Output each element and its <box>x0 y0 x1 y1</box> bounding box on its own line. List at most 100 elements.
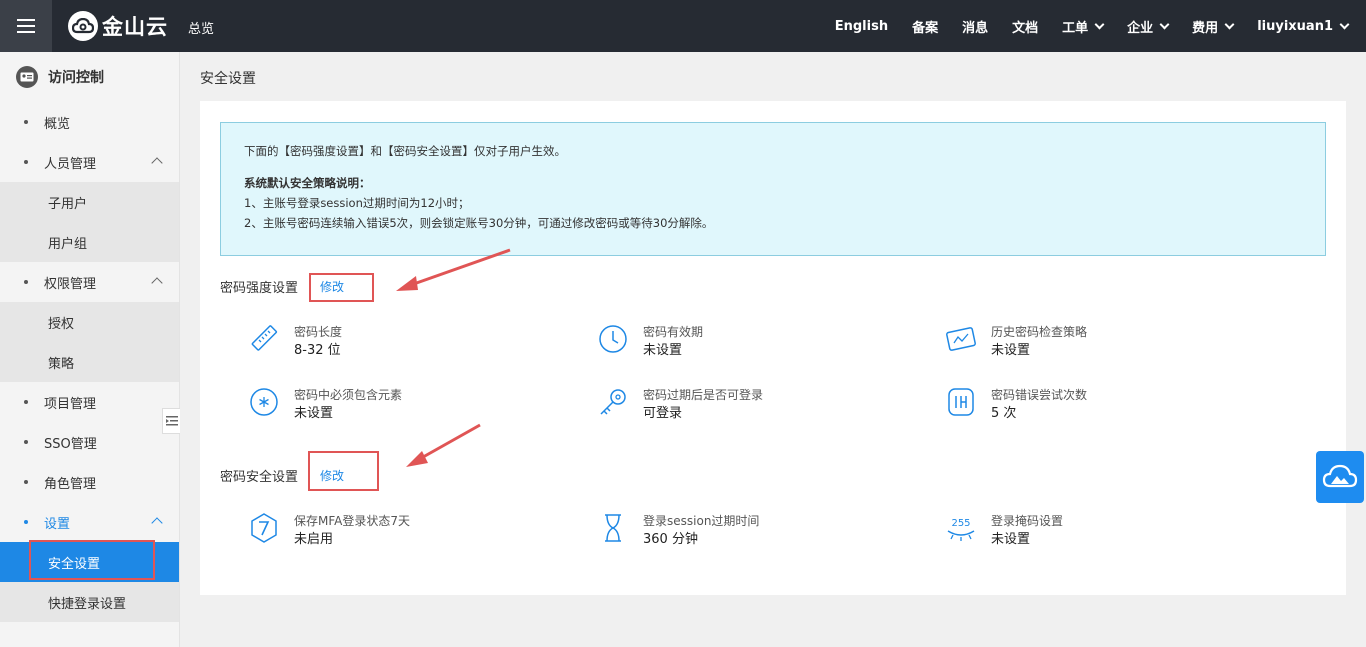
setting-required-elements: 密码中必须包含元素 未设置 <box>248 386 402 424</box>
username: liuyixuan1 <box>1257 18 1333 34</box>
top-nav: English 备案 消息 文档 工单 企业 费用 liuyixuan1 <box>811 0 1350 52</box>
security-section-title: 密码安全设置 <box>220 470 299 485</box>
sidebar-item-policy[interactable]: 策略 <box>0 342 179 382</box>
sidebar-title: 访问控制 <box>48 70 104 86</box>
setting-retry-count: 密码错误尝试次数 5 次 <box>945 386 1087 424</box>
asterisk-icon <box>250 388 278 416</box>
nav-english[interactable]: English <box>835 19 888 34</box>
retry-count-icon <box>948 388 974 416</box>
annotation-arrow-icon <box>396 248 511 291</box>
id-card-icon <box>16 66 38 88</box>
bullet <box>24 440 28 444</box>
nav-messages[interactable]: 消息 <box>962 17 988 36</box>
setting-label: 密码长度 <box>294 325 343 339</box>
setting-session-expiry: 登录session过期时间 360 分钟 <box>597 512 759 550</box>
sidebar: 访问控制 概览 人员管理 子用户 用户组 权限管理 授权 策略 项目管理 SSO… <box>0 52 180 647</box>
sidebar-item-overview[interactable]: 概览 <box>0 102 179 142</box>
sidebar-item-label: 设置 <box>44 516 71 532</box>
edit-security-link[interactable]: 修改 <box>320 467 344 484</box>
setting-value: 8-32 位 <box>294 343 341 358</box>
setting-mfa-remember: 保存MFA登录状态7天 未启用 <box>248 512 410 550</box>
bullet <box>24 160 28 164</box>
highlight-box <box>29 540 155 580</box>
sidebar-item-settings[interactable]: 设置 <box>0 502 179 542</box>
setting-label: 密码中必须包含元素 <box>294 388 403 402</box>
setting-value: 未设置 <box>991 343 1031 358</box>
nav-user-menu[interactable]: liuyixuan1 <box>1257 18 1350 34</box>
strength-section-title: 密码强度设置 <box>220 281 299 296</box>
chevron-down-icon <box>1224 19 1235 29</box>
cloud-mountain-icon <box>1322 464 1358 488</box>
setting-value: 未启用 <box>294 532 334 547</box>
chevron-up-icon <box>151 517 163 529</box>
key-icon <box>600 389 626 415</box>
setting-value: 360 分钟 <box>643 532 698 547</box>
nav-enterprise[interactable]: 企业 <box>1127 17 1170 36</box>
sidebar-item-sso[interactable]: SSO管理 <box>0 422 179 462</box>
floating-help-button[interactable] <box>1316 451 1364 503</box>
sidebar-item-permissions[interactable]: 权限管理 <box>0 262 179 302</box>
sidebar-item-label: 角色管理 <box>44 476 97 492</box>
setting-value: 未设置 <box>991 532 1031 547</box>
setting-password-validity: 密码有效期 未设置 <box>597 323 703 361</box>
edit-strength-link[interactable]: 修改 <box>320 278 344 295</box>
logo[interactable]: 金山云 <box>68 10 168 42</box>
setting-label: 密码过期后是否可登录 <box>643 388 764 402</box>
sidebar-item-quick-login[interactable]: 快捷登录设置 <box>0 582 179 622</box>
collapse-icon <box>165 416 178 426</box>
nav-tickets[interactable]: 工单 <box>1062 17 1105 36</box>
setting-label: 登录session过期时间 <box>643 514 760 528</box>
sidebar-item-label: 项目管理 <box>44 396 97 412</box>
ruler-icon <box>251 325 278 351</box>
sidebar-item-security-settings[interactable]: 安全设置 <box>0 540 179 582</box>
hourglass-icon <box>605 514 621 542</box>
sidebar-item-label: SSO管理 <box>44 436 97 452</box>
overview-link[interactable]: 总览 <box>188 18 214 37</box>
notice-item: 1、主账号登录session过期时间为12小时； <box>244 196 470 210</box>
chevron-down-icon <box>1339 19 1350 29</box>
sidebar-item-projects[interactable]: 项目管理 <box>0 382 179 422</box>
setting-value: 未设置 <box>643 343 683 358</box>
nav-billing[interactable]: 费用 <box>1192 17 1235 36</box>
setting-value: 可登录 <box>643 406 683 421</box>
sidebar-item-label: 人员管理 <box>44 156 97 172</box>
info-notice: 下面的【密码强度设置】和【密码安全设置】仅对子用户生效。 系统默认安全策略说明：… <box>220 122 1326 256</box>
setting-history-check: 历史密码检查策略 未设置 <box>945 323 1087 361</box>
setting-label: 保存MFA登录状态7天 <box>294 514 410 528</box>
sidebar-item-label: 权限管理 <box>44 276 97 292</box>
notice-title: 系统默认安全策略说明： <box>244 176 371 190</box>
history-card-icon <box>946 327 976 351</box>
menu-icon <box>17 19 35 33</box>
sidebar-collapse-toggle[interactable] <box>162 408 180 434</box>
hamburger-menu-button[interactable] <box>0 0 52 52</box>
sidebar-item-usergroups[interactable]: 用户组 <box>0 222 179 262</box>
clock-icon <box>599 325 627 353</box>
bullet <box>24 480 28 484</box>
nav-enterprise-label: 企业 <box>1127 20 1154 36</box>
seven-days-icon <box>251 513 277 543</box>
sidebar-item-people[interactable]: 人员管理 <box>0 142 179 182</box>
chevron-up-icon <box>151 277 163 289</box>
nav-billing-label: 费用 <box>1192 20 1219 36</box>
bullet <box>24 520 28 524</box>
setting-login-mask: 255 登录掩码设置 未设置 <box>945 512 1063 550</box>
logo-text: 金山云 <box>102 15 168 39</box>
svg-text:255: 255 <box>951 518 970 529</box>
nav-tickets-label: 工单 <box>1062 20 1089 36</box>
nav-beian[interactable]: 备案 <box>912 17 938 36</box>
setting-label: 密码错误尝试次数 <box>991 388 1088 402</box>
sidebar-item-subusers[interactable]: 子用户 <box>0 182 179 222</box>
top-bar: 金山云 总览 English 备案 消息 文档 工单 企业 费用 liuyixu… <box>0 0 1366 52</box>
sidebar-item-roles[interactable]: 角色管理 <box>0 462 179 502</box>
notice-item: 2、主账号密码连续输入错误5次，则会锁定账号30分钟，可通过修改密码或等待30分… <box>244 216 714 230</box>
sidebar-item-grant[interactable]: 授权 <box>0 302 179 342</box>
setting-value: 未设置 <box>294 406 334 421</box>
nav-docs[interactable]: 文档 <box>1012 17 1038 36</box>
page-title: 安全设置 <box>200 71 256 87</box>
annotation-arrow-icon <box>406 423 481 467</box>
mask-255-icon: 255 <box>947 518 975 541</box>
chevron-down-icon <box>1094 19 1105 29</box>
bullet <box>24 280 28 284</box>
sidebar-item-label: 概览 <box>44 116 71 132</box>
setting-value: 5 次 <box>991 406 1017 421</box>
